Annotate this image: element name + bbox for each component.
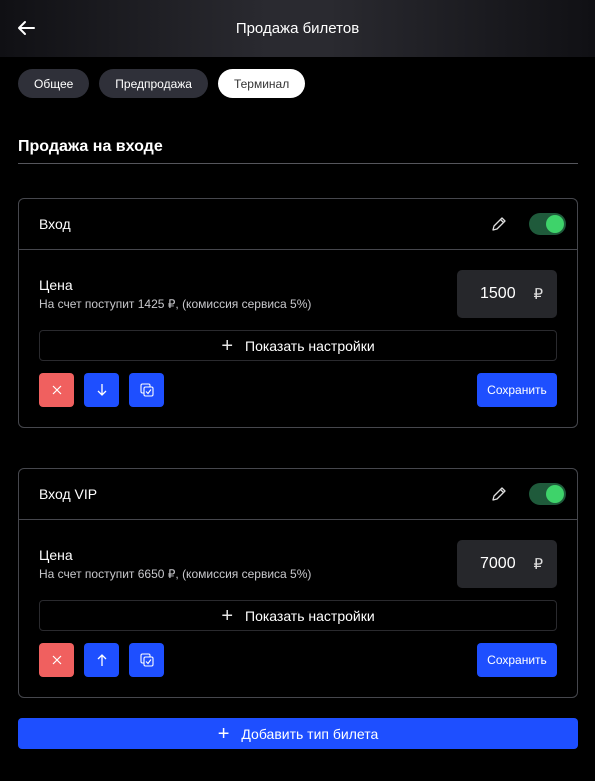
top-bar: Продажа билетов bbox=[0, 0, 595, 57]
plus-icon: + bbox=[217, 722, 230, 745]
show-settings-label: Показать настройки bbox=[245, 337, 375, 354]
ticket-card: Вход VIP Цена На счет поступит 6650 ₽, (… bbox=[18, 468, 578, 698]
delete-button[interactable] bbox=[39, 373, 74, 407]
add-ticket-type-label: Добавить тип билета bbox=[241, 725, 379, 742]
price-input[interactable]: 1500 ₽ bbox=[457, 270, 557, 318]
arrow-up-icon bbox=[97, 654, 106, 666]
tab-bar: Общее Предпродажа Терминал bbox=[18, 69, 306, 98]
ticket-card-header: Вход VIP bbox=[19, 469, 577, 520]
page-title: Продажа билетов bbox=[235, 20, 360, 37]
duplicate-button[interactable] bbox=[129, 643, 164, 677]
save-button[interactable]: Сохранить bbox=[477, 373, 557, 407]
plus-icon: + bbox=[221, 334, 233, 357]
price-note: На счет поступит 1425 ₽, (комиссия серви… bbox=[39, 297, 312, 311]
move-down-button[interactable] bbox=[84, 373, 119, 407]
duplicate-button[interactable] bbox=[129, 373, 164, 407]
ticket-enabled-toggle[interactable] bbox=[529, 213, 566, 235]
pencil-icon[interactable] bbox=[490, 215, 508, 233]
price-value: 7000 bbox=[480, 555, 516, 572]
plus-icon: + bbox=[221, 604, 233, 627]
currency-symbol: ₽ bbox=[533, 556, 543, 573]
currency-symbol: ₽ bbox=[533, 286, 543, 303]
pencil-icon[interactable] bbox=[490, 485, 508, 503]
ticket-card-header: Вход bbox=[19, 199, 577, 250]
arrow-left-icon[interactable] bbox=[14, 16, 38, 40]
price-label: Цена bbox=[39, 277, 73, 293]
price-value: 1500 bbox=[480, 285, 516, 302]
ticket-enabled-toggle[interactable] bbox=[529, 483, 566, 505]
delete-button[interactable] bbox=[39, 643, 74, 677]
arrow-down-icon bbox=[97, 384, 106, 396]
save-button[interactable]: Сохранить bbox=[477, 643, 557, 677]
section-title: Продажа на входе bbox=[18, 138, 163, 155]
copy-icon bbox=[139, 383, 154, 397]
show-settings-button[interactable]: + Показать настройки bbox=[39, 330, 557, 361]
add-ticket-type-button[interactable]: + Добавить тип билета bbox=[18, 718, 578, 749]
tab-presale[interactable]: Предпродажа bbox=[99, 69, 208, 98]
tab-general[interactable]: Общее bbox=[18, 69, 90, 98]
price-input[interactable]: 7000 ₽ bbox=[457, 540, 557, 588]
tab-terminal[interactable]: Терминал bbox=[217, 69, 306, 98]
ticket-name: Вход bbox=[39, 216, 71, 232]
ticket-card: Вход Цена На счет поступит 1425 ₽, (коми… bbox=[18, 198, 578, 428]
copy-icon bbox=[139, 653, 154, 667]
show-settings-button[interactable]: + Показать настройки bbox=[39, 600, 557, 631]
toggle-knob bbox=[546, 485, 564, 503]
price-label: Цена bbox=[39, 547, 73, 563]
toggle-knob bbox=[546, 215, 564, 233]
price-note: На счет поступит 6650 ₽, (комиссия серви… bbox=[39, 567, 312, 581]
close-icon bbox=[52, 385, 61, 395]
close-icon bbox=[52, 655, 61, 665]
show-settings-label: Показать настройки bbox=[245, 607, 375, 624]
move-up-button[interactable] bbox=[84, 643, 119, 677]
section-divider bbox=[18, 163, 578, 164]
ticket-name: Вход VIP bbox=[39, 486, 98, 502]
